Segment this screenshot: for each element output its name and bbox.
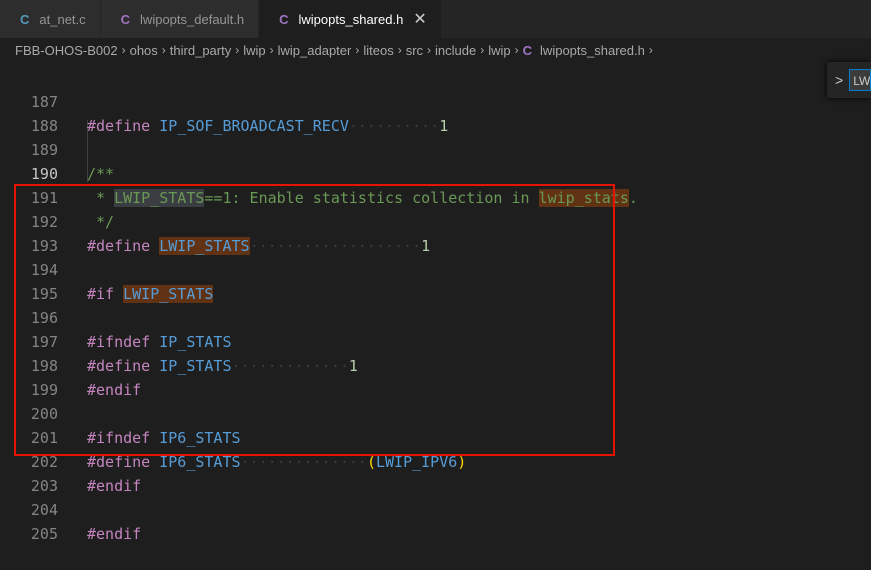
preprocessor-keyword: #endif [87, 525, 142, 543]
tab-lwipopts-default-h[interactable]: C lwipopts_default.h [100, 0, 260, 38]
close-icon[interactable]: ✕ [413, 9, 426, 29]
code-line: 191 */ [0, 162, 871, 231]
line-number: 205 [30, 525, 58, 543]
breadcrumb-item[interactable]: src [406, 43, 423, 58]
chevron-right-icon: › [397, 43, 402, 57]
chevron-right-icon: › [480, 43, 485, 57]
chevron-right-icon: › [514, 43, 519, 57]
breadcrumb-item[interactable]: ohos [130, 43, 158, 58]
chevron-right-icon[interactable]: > [835, 72, 843, 88]
chevron-right-icon: › [355, 43, 360, 57]
red-highlight-box [14, 184, 615, 456]
tab-at-net-c[interactable]: C at_net.c [0, 0, 101, 38]
find-widget: > LW [827, 62, 871, 98]
breadcrumb: FBB-OHOS-B002 › ohos › third_party › lwip › … [0, 38, 871, 62]
breadcrumb-item[interactable]: lwip [243, 43, 265, 58]
code-line: 187 #define IP_SOF_BROADCAST_RECV·······… [0, 66, 871, 135]
tab-lwipopts-shared-h[interactable]: C lwipopts_shared.h ✕ [259, 0, 442, 38]
breadcrumb-item[interactable]: third_party [170, 43, 231, 58]
chevron-right-icon: › [427, 43, 432, 57]
chevron-right-icon: › [269, 43, 274, 57]
code-line-current: 190 * LWIP_STATS==1: Enable statistics c… [0, 138, 871, 207]
breadcrumb-item[interactable]: FBB-OHOS-B002 [15, 43, 118, 58]
chevron-right-icon: › [648, 43, 653, 57]
tab-label: at_net.c [39, 11, 86, 27]
breadcrumb-item[interactable]: liteos [363, 43, 393, 58]
code-line: 189 /** [0, 114, 871, 183]
tab-label: lwipopts_shared.h [298, 11, 404, 27]
breadcrumb-item[interactable]: lwip_adapter [278, 43, 352, 58]
tab-label: lwipopts_default.h [140, 11, 245, 27]
c-header-file-icon: C [279, 11, 289, 27]
chevron-right-icon: › [161, 43, 166, 57]
breadcrumb-item[interactable]: include [435, 43, 476, 58]
code-line: 204 #endif [0, 474, 871, 543]
c-header-file-icon: C [522, 42, 533, 58]
code-line: 205 [0, 498, 871, 543]
find-input[interactable]: LW [849, 69, 871, 91]
c-file-icon: C [20, 11, 30, 27]
code-line: 188 [0, 90, 871, 135]
c-header-file-icon: C [120, 11, 131, 27]
chevron-right-icon: › [121, 43, 126, 57]
breadcrumb-file[interactable]: lwipopts_shared.h [540, 43, 645, 58]
chevron-right-icon: › [235, 43, 240, 57]
breadcrumb-item[interactable]: lwip [488, 43, 510, 58]
editor-tab-bar: C at_net.c C lwipopts_default.h C lwipop… [0, 0, 871, 38]
